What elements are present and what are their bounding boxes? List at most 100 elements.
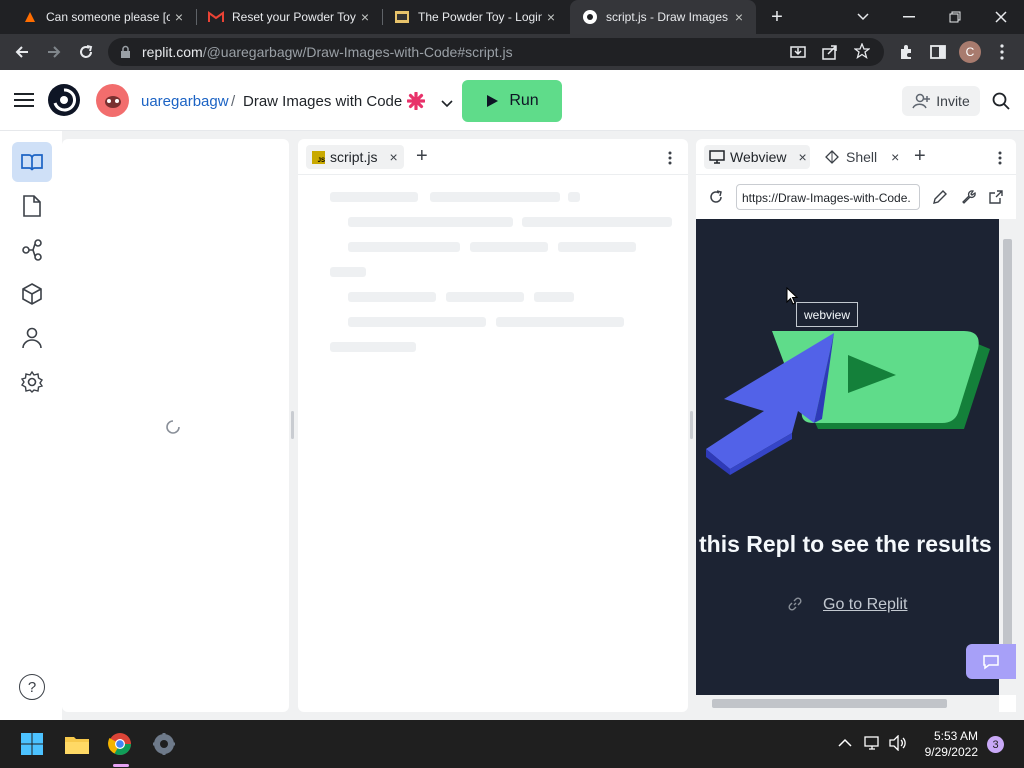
windows-taskbar: 5:53 AM 9/29/2022 3 (0, 720, 1024, 768)
code-skeleton-line (348, 292, 436, 302)
browser-tab[interactable]: Reset your Powder Toy × (196, 0, 382, 34)
address-bar[interactable]: replit.com/@uaregarbagw/Draw-Images-with… (108, 38, 884, 66)
more-options-icon[interactable] (668, 151, 672, 168)
active-app-indicator (113, 764, 129, 767)
browser-toolbar: replit.com/@uaregarbagw/Draw-Images-with… (0, 34, 1024, 70)
chat-bubble-icon (983, 654, 999, 669)
close-tab-icon[interactable]: × (170, 9, 188, 25)
hamburger-menu-icon[interactable] (14, 92, 34, 111)
repl-name[interactable]: Draw Images with Code (243, 93, 402, 110)
refresh-icon[interactable] (708, 189, 724, 208)
minimize-icon[interactable] (886, 0, 932, 34)
back-icon[interactable] (8, 38, 36, 66)
search-icon[interactable] (992, 92, 1010, 113)
close-tab-icon[interactable]: × (799, 149, 807, 165)
forward-icon[interactable] (40, 38, 68, 66)
browser-tab-title: script.js - Draw Images (606, 10, 729, 24)
webview-panel: Webview × Shell × + https://Draw-Images-… (696, 139, 1016, 712)
close-window-icon[interactable] (978, 0, 1024, 34)
clock-date[interactable]: 9/29/2022 (918, 745, 978, 759)
profile-avatar[interactable]: C (956, 38, 984, 66)
browser-tab-title: The Powder Toy - Login (418, 10, 542, 24)
vertical-scrollbar[interactable] (999, 219, 1016, 695)
repl-language-icon[interactable] (403, 88, 429, 114)
url-host: replit.com (142, 44, 203, 60)
browser-tab[interactable]: Can someone please [c × (10, 0, 196, 34)
tab-label: script.js (330, 149, 378, 165)
close-tab-icon[interactable]: × (389, 149, 397, 165)
settings-gear-icon[interactable] (12, 362, 52, 402)
feedback-chat-button[interactable] (966, 644, 1016, 679)
scrollbar-thumb[interactable] (712, 699, 947, 708)
webview-content[interactable]: this Repl to see the results h Go to Rep… (696, 219, 999, 695)
notification-badge[interactable]: 3 (987, 736, 1004, 753)
browser-tab-active[interactable]: script.js - Draw Images × (570, 0, 756, 34)
lock-icon[interactable] (120, 45, 131, 62)
run-button[interactable]: Run (462, 80, 562, 122)
tab-shell[interactable]: Shell × (824, 145, 899, 169)
open-new-tab-icon[interactable] (988, 189, 1004, 208)
reload-icon[interactable] (72, 38, 100, 66)
chevron-down-icon[interactable] (441, 96, 453, 111)
horizontal-scrollbar[interactable] (696, 695, 999, 712)
code-skeleton-line (348, 317, 486, 327)
browser-tab[interactable]: The Powder Toy - Login × (382, 0, 568, 34)
link-icon (787, 596, 803, 615)
go-to-replit-link[interactable]: Go to Replit (823, 596, 907, 614)
devtools-wrench-icon[interactable] (960, 189, 976, 208)
close-tab-icon[interactable]: × (542, 9, 560, 25)
javascript-file-icon: JS (312, 150, 325, 164)
side-panel-icon[interactable] (924, 38, 952, 66)
replit-header: uaregarbagw / Draw Images with Code Run … (0, 70, 1024, 131)
chrome-menu-icon[interactable] (988, 38, 1016, 66)
packages-cube-icon[interactable] (12, 274, 52, 314)
close-tab-icon[interactable]: × (356, 9, 374, 25)
settings-app-icon[interactable] (148, 728, 180, 760)
file-tree-panel (62, 139, 289, 712)
network-icon[interactable] (864, 735, 882, 754)
username-link[interactable]: uaregarbagw (141, 93, 229, 110)
chrome-icon[interactable] (104, 728, 136, 760)
tab-label: Shell (846, 149, 878, 165)
replit-logo-icon[interactable] (47, 83, 81, 120)
restore-icon[interactable] (932, 0, 978, 34)
tab-webview[interactable]: Webview × (704, 145, 810, 169)
code-skeleton-line (348, 242, 460, 252)
file-explorer-icon[interactable] (61, 728, 93, 760)
invite-label: Invite (936, 93, 970, 109)
code-skeleton-line (496, 317, 624, 327)
files-icon[interactable] (12, 186, 52, 226)
version-control-icon[interactable] (12, 230, 52, 270)
chevron-up-icon[interactable] (838, 736, 852, 751)
help-button[interactable]: ? (19, 674, 45, 700)
avatar[interactable] (96, 84, 129, 117)
docs-book-icon[interactable] (12, 142, 52, 182)
run-label: Run (509, 92, 539, 109)
panel-resize-handle[interactable] (690, 411, 693, 439)
user-icon[interactable] (12, 318, 52, 358)
install-icon[interactable] (790, 44, 806, 63)
webview-tooltip: webview (796, 302, 858, 327)
close-tab-icon[interactable]: × (730, 9, 748, 25)
bookmark-star-icon[interactable] (853, 42, 871, 62)
extensions-icon[interactable] (892, 38, 920, 66)
clock-time[interactable]: 5:53 AM (920, 729, 978, 743)
panel-resize-handle[interactable] (291, 411, 294, 439)
windows-start-icon[interactable] (16, 728, 48, 760)
new-tab-button[interactable]: + (764, 4, 790, 30)
edit-pencil-icon[interactable] (932, 189, 948, 208)
tab-search-icon[interactable] (840, 0, 886, 34)
add-tab-button[interactable]: + (416, 145, 428, 168)
volume-icon[interactable] (889, 734, 907, 754)
close-tab-icon[interactable]: × (891, 149, 899, 165)
webview-url-input[interactable]: https://Draw-Images-with-Code. (736, 184, 920, 210)
add-tab-button[interactable]: + (914, 145, 926, 168)
loading-spinner-icon (165, 419, 181, 438)
invite-button[interactable]: Invite (902, 86, 980, 116)
scrollbar-thumb[interactable] (1003, 239, 1012, 669)
breadcrumb-separator: / (231, 93, 236, 110)
code-skeleton-line (430, 192, 560, 202)
more-options-icon[interactable] (998, 151, 1002, 168)
share-icon[interactable] (822, 44, 838, 63)
tab-script-js[interactable]: JS script.js × (306, 145, 404, 169)
